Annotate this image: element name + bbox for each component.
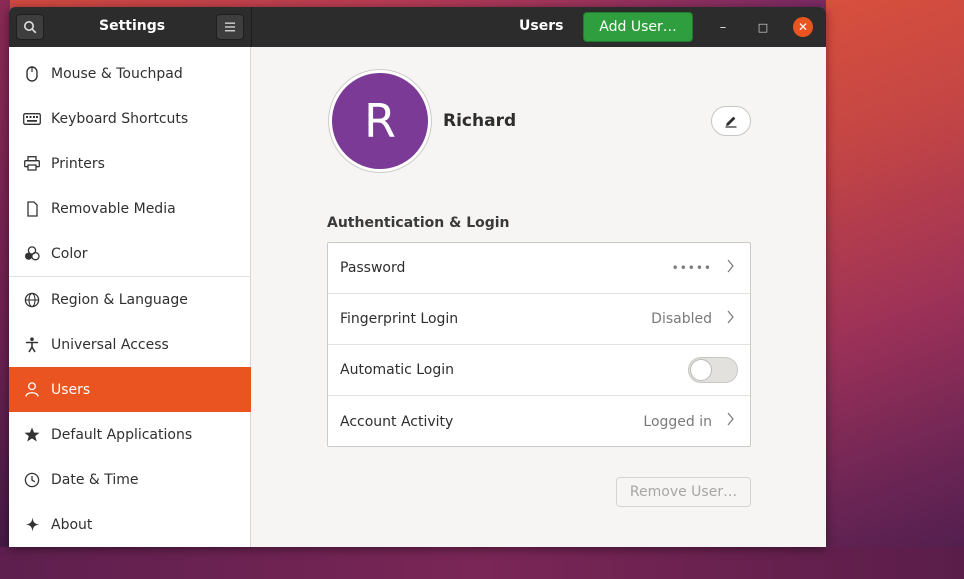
- fingerprint-status: Disabled: [651, 311, 712, 327]
- account-activity-status: Logged in: [643, 413, 712, 430]
- desktop-background-bottom: [0, 547, 964, 579]
- chevron-right-icon: [727, 310, 734, 324]
- sidebar-item-label: Region & Language: [51, 291, 188, 308]
- automatic-login-row: Automatic Login: [328, 345, 750, 396]
- page-title: Users: [519, 18, 564, 34]
- row-label: Account Activity: [340, 413, 454, 430]
- header-bar: Settings Users Add User… – □ ✕: [9, 7, 826, 47]
- search-icon: [24, 21, 37, 34]
- avatar: R: [332, 73, 428, 169]
- avatar-button[interactable]: R: [328, 69, 432, 173]
- remove-user-button[interactable]: Remove User…: [616, 477, 751, 507]
- sidebar-item-printers[interactable]: Printers: [9, 141, 251, 186]
- automatic-login-toggle[interactable]: [688, 357, 738, 383]
- sidebar-item-label: Date & Time: [51, 471, 139, 488]
- maximize-icon: □: [757, 20, 769, 34]
- maximize-button[interactable]: □: [753, 17, 773, 37]
- minimize-icon: –: [719, 19, 727, 35]
- account-activity-row[interactable]: Account Activity Logged in: [328, 396, 750, 447]
- accessibility-icon: [22, 336, 42, 353]
- password-value: •••••: [671, 261, 712, 275]
- password-row[interactable]: Password •••••: [328, 243, 750, 294]
- sidebar-item-region-language[interactable]: Region & Language: [9, 277, 251, 322]
- sidebar-item-removable-media[interactable]: Removable Media: [9, 186, 251, 231]
- minimize-button[interactable]: –: [713, 17, 733, 37]
- menu-button[interactable]: [216, 14, 244, 40]
- sidebar-item-default-applications[interactable]: Default Applications: [9, 412, 251, 457]
- add-user-button[interactable]: Add User…: [583, 12, 693, 42]
- sidebar-item-color[interactable]: Color: [9, 231, 251, 276]
- row-label: Password: [340, 260, 406, 276]
- fingerprint-login-row[interactable]: Fingerprint Login Disabled: [328, 294, 750, 345]
- user-name: Richard: [443, 111, 517, 131]
- sidebar-item-mouse-touchpad[interactable]: Mouse & Touchpad: [9, 51, 251, 96]
- sidebar-item-label: Removable Media: [51, 200, 176, 217]
- sidebar-item-users[interactable]: Users: [9, 367, 251, 412]
- row-label: Automatic Login: [340, 362, 455, 378]
- sidebar-item-universal-access[interactable]: Universal Access: [9, 322, 251, 367]
- app-title: Settings: [99, 18, 166, 34]
- chevron-right-icon: [727, 412, 734, 426]
- chevron-right-icon: [727, 259, 734, 273]
- close-button[interactable]: ✕: [793, 17, 813, 37]
- sparkle-icon: [22, 517, 42, 532]
- row-label: Fingerprint Login: [340, 311, 459, 327]
- sidebar-item-keyboard-shortcuts[interactable]: Keyboard Shortcuts: [9, 96, 251, 141]
- users-panel: R Richard Authentication & Login Passwor…: [252, 47, 826, 547]
- sidebar-item-label: Mouse & Touchpad: [51, 65, 183, 82]
- toggle-knob: [690, 359, 712, 381]
- clock-icon: [22, 472, 42, 488]
- sidebar-item-label: Universal Access: [51, 336, 169, 353]
- star-icon: [22, 427, 42, 442]
- sidebar-item-label: Default Applications: [51, 426, 193, 443]
- sidebar-item-label: Printers: [51, 155, 105, 172]
- sidebar-item-label: About: [51, 516, 93, 533]
- settings-window: Settings Users Add User… – □ ✕ Mouse & T…: [9, 7, 826, 547]
- sidebar-item-date-time[interactable]: Date & Time: [9, 457, 251, 502]
- hamburger-icon: [225, 22, 235, 32]
- close-icon: ✕: [797, 20, 809, 34]
- search-button[interactable]: [16, 14, 44, 40]
- pencil-icon: [725, 116, 737, 128]
- auth-list: Password ••••• Fingerprint Login Disable…: [327, 242, 751, 447]
- keyboard-icon: [22, 112, 42, 125]
- printer-icon: [22, 156, 42, 171]
- user-icon: [22, 382, 42, 397]
- sidebar-item-label: Keyboard Shortcuts: [51, 110, 189, 127]
- sidebar-item-label: Users: [51, 381, 91, 398]
- section-title: Authentication & Login: [327, 215, 510, 231]
- desktop-background-right: [826, 0, 964, 579]
- titlebar-separator: [251, 7, 252, 47]
- edit-name-button[interactable]: [711, 106, 751, 136]
- removable-media-icon: [22, 200, 42, 217]
- color-icon: [22, 246, 42, 261]
- globe-icon: [22, 292, 42, 308]
- sidebar: Mouse & Touchpad Keyboard Shortcuts Prin…: [9, 47, 251, 547]
- mouse-icon: [22, 65, 42, 82]
- sidebar-item-label: Color: [51, 245, 88, 262]
- sidebar-item-about[interactable]: About: [9, 502, 251, 547]
